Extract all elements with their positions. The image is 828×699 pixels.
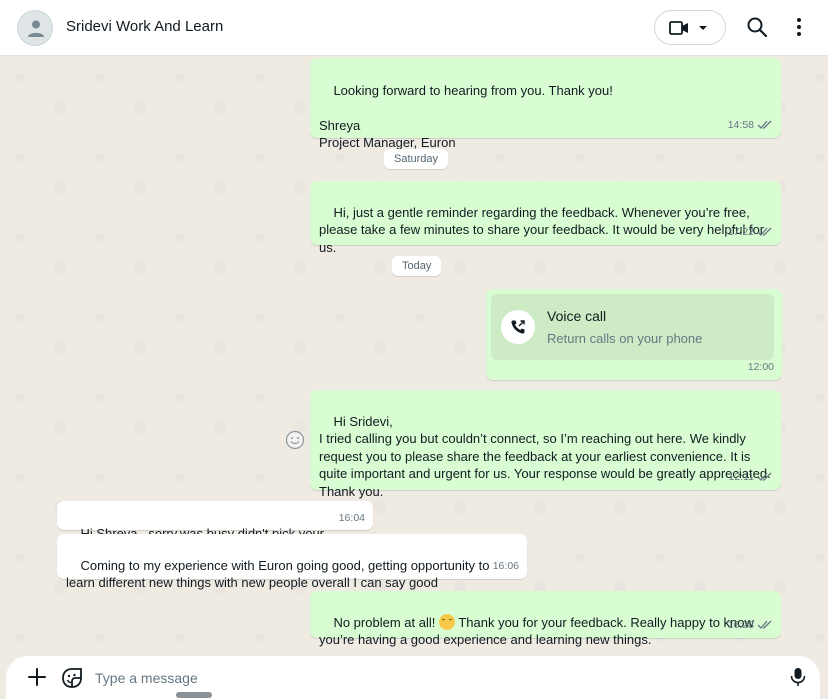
double-check-icon bbox=[757, 472, 772, 482]
kebab-menu-icon[interactable] bbox=[788, 16, 810, 38]
message-incoming[interactable]: Hi Shreya , sorry,was busy didn't pick y… bbox=[57, 501, 373, 558]
message-outgoing[interactable]: Looking forward to hearing from you. Tha… bbox=[310, 58, 781, 150]
double-check-icon bbox=[757, 227, 772, 237]
chat-title[interactable]: Sridevi Work And Learn bbox=[66, 18, 223, 35]
scroll-handle[interactable] bbox=[176, 692, 212, 698]
smiling-face-emoji-icon bbox=[438, 613, 455, 630]
message-incoming[interactable]: Coming to my experience with Euron going… bbox=[57, 534, 527, 590]
missed-call-phone-icon bbox=[511, 320, 525, 334]
call-title: Voice call bbox=[547, 308, 607, 324]
message-text: Hi Sridevi, I tried calling you but coul… bbox=[319, 413, 771, 499]
message-outgoing[interactable]: No problem at all! Thank you for your fe… bbox=[310, 591, 781, 647]
double-check-icon bbox=[757, 120, 772, 130]
emoji-reaction-icon[interactable] bbox=[285, 430, 305, 450]
message-input[interactable] bbox=[95, 668, 745, 688]
date-divider: Saturday bbox=[384, 149, 449, 169]
message-text: No problem at all! Thank you for your fe… bbox=[319, 613, 758, 647]
message-outgoing[interactable]: Hi Sridevi, I tried calling you but coul… bbox=[310, 390, 781, 499]
video-camera-icon bbox=[669, 21, 688, 35]
sticker-icon[interactable] bbox=[60, 666, 84, 690]
contact-avatar[interactable] bbox=[17, 10, 53, 46]
message-time: 16:28 bbox=[728, 617, 773, 635]
chat-header: Sridevi Work And Learn bbox=[0, 0, 828, 56]
message-time: 14:58 bbox=[728, 117, 773, 135]
message-text: Looking forward to hearing from you. Tha… bbox=[319, 82, 613, 151]
message-time: 12:11 bbox=[729, 469, 774, 487]
message-list[interactable]: Looking forward to hearing from you. Tha… bbox=[0, 57, 828, 654]
call-subtitle: Return calls on your phone bbox=[547, 331, 703, 346]
message-text: Hi, just a gentle reminder regarding the… bbox=[319, 204, 768, 255]
message-outgoing[interactable]: Hi, just a gentle reminder regarding the… bbox=[310, 181, 781, 255]
chevron-down-icon bbox=[699, 26, 707, 30]
double-check-icon bbox=[757, 620, 772, 630]
voice-call-card[interactable]: Voice call Return calls on your phone bbox=[491, 294, 774, 360]
date-divider: Today bbox=[392, 256, 442, 276]
plus-icon[interactable] bbox=[26, 666, 48, 688]
message-text: Coming to my experience with Euron going… bbox=[66, 557, 494, 591]
person-icon bbox=[28, 20, 44, 37]
message-time: 16:04 bbox=[338, 511, 365, 524]
search-icon[interactable] bbox=[746, 16, 768, 38]
voice-call-message[interactable]: Voice call Return calls on your phone 12… bbox=[486, 289, 782, 380]
message-time: 12:00 bbox=[747, 360, 774, 373]
message-time: 17:22 bbox=[728, 224, 773, 242]
call-icon-circle bbox=[501, 310, 535, 344]
microphone-icon[interactable] bbox=[787, 666, 809, 688]
video-call-button[interactable] bbox=[654, 10, 726, 45]
message-time: 16:06 bbox=[492, 559, 519, 572]
